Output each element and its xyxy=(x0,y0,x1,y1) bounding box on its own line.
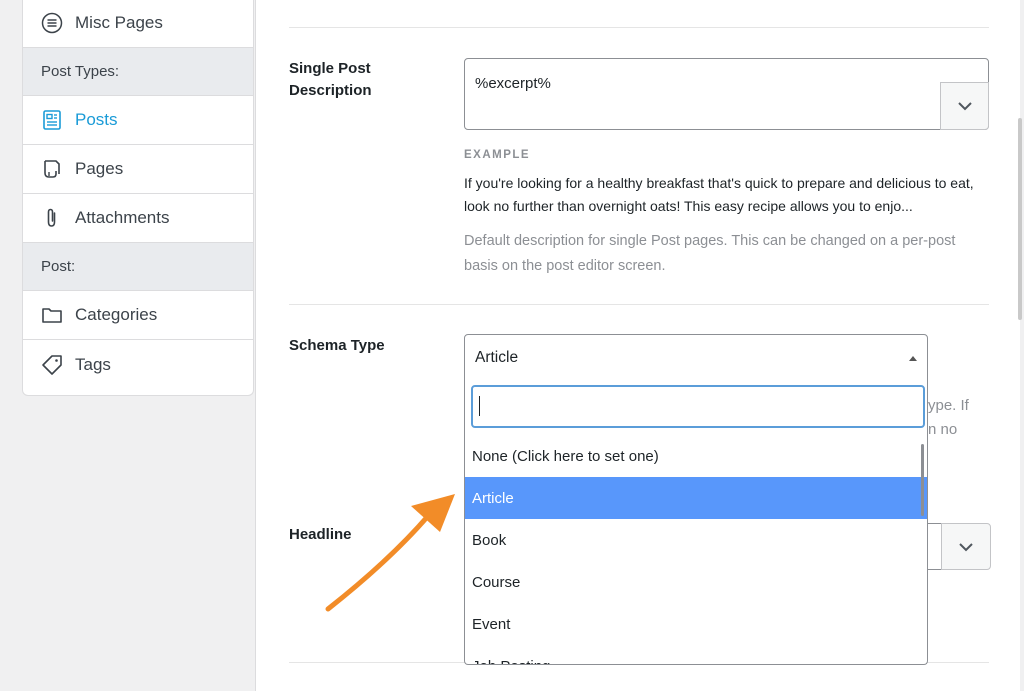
schema-option[interactable]: Article xyxy=(465,477,927,519)
sidebar-group-label: Post: xyxy=(41,258,76,275)
example-heading: EXAMPLE xyxy=(464,149,531,161)
description-label: Single Post Description xyxy=(289,60,372,99)
sidebar-item-categories[interactable]: Categories xyxy=(23,291,253,340)
sidebar-group-post: Post: xyxy=(23,243,253,291)
schema-option[interactable]: Event xyxy=(465,603,927,645)
chevron-down-icon xyxy=(959,542,973,551)
list-circle-icon xyxy=(41,12,63,34)
schema-options-list: None (Click here to set one) Article Book C… xyxy=(465,435,927,665)
schema-help-fragment: ype. If xyxy=(928,397,969,414)
sidebar-item-label: Tags xyxy=(75,354,111,374)
schema-type-selected: Article xyxy=(475,349,519,366)
text-cursor xyxy=(479,396,480,416)
sidebar-item-label: Pages xyxy=(75,159,124,178)
headline-dropdown-button[interactable] xyxy=(941,523,991,570)
sidebar-item-label: Categories xyxy=(75,305,158,324)
sidebar-item-label: Misc Pages xyxy=(75,13,163,32)
post-icon xyxy=(41,109,63,131)
example-text: If you're looking for a healthy breakfas… xyxy=(464,175,974,214)
headline-field[interactable] xyxy=(928,523,942,570)
sidebar: Misc Pages Post Types: Posts Pages Attac… xyxy=(22,0,254,396)
sidebar-item-pages[interactable]: Pages xyxy=(23,145,253,194)
tags-dropdown-button[interactable] xyxy=(940,82,989,130)
description-value: %excerpt% xyxy=(475,75,551,92)
chevron-down-icon xyxy=(957,102,972,111)
sidebar-group-post-types: Post Types: xyxy=(23,48,253,96)
schema-help-fragment: n no xyxy=(928,421,958,438)
page-scrollbar[interactable] xyxy=(1018,118,1022,320)
schema-type-dropdown: None (Click here to set one) Article Book C… xyxy=(464,380,928,665)
divider xyxy=(289,304,989,305)
schema-option[interactable]: Course xyxy=(465,561,927,603)
schema-type-select[interactable]: Article xyxy=(464,334,928,381)
sidebar-item-posts[interactable]: Posts xyxy=(23,96,253,145)
schema-option[interactable]: Job Posting xyxy=(465,645,927,665)
divider xyxy=(289,27,989,28)
folder-icon xyxy=(41,304,63,326)
schema-option[interactable]: Book xyxy=(465,519,927,561)
page-icon xyxy=(41,158,63,180)
schema-type-label: Schema Type xyxy=(289,337,385,354)
description-field[interactable]: %excerpt% xyxy=(464,58,989,130)
tag-icon xyxy=(41,354,63,376)
headline-label: Headline xyxy=(289,526,352,543)
sidebar-item-label: Attachments xyxy=(75,208,170,227)
dropdown-scrollbar[interactable] xyxy=(921,444,924,516)
schema-option[interactable]: None (Click here to set one) xyxy=(465,435,927,477)
sidebar-item-misc-pages[interactable]: Misc Pages xyxy=(23,0,253,48)
paperclip-icon xyxy=(41,207,63,229)
caret-up-icon xyxy=(909,356,917,361)
sidebar-item-tags[interactable]: Tags xyxy=(23,340,253,389)
sidebar-item-label: Posts xyxy=(75,110,118,129)
description-help-text: Default description for single Post page… xyxy=(464,233,956,274)
schema-search-input[interactable] xyxy=(471,385,925,428)
sidebar-item-attachments[interactable]: Attachments xyxy=(23,194,253,243)
sidebar-group-label: Post Types: xyxy=(41,63,120,80)
